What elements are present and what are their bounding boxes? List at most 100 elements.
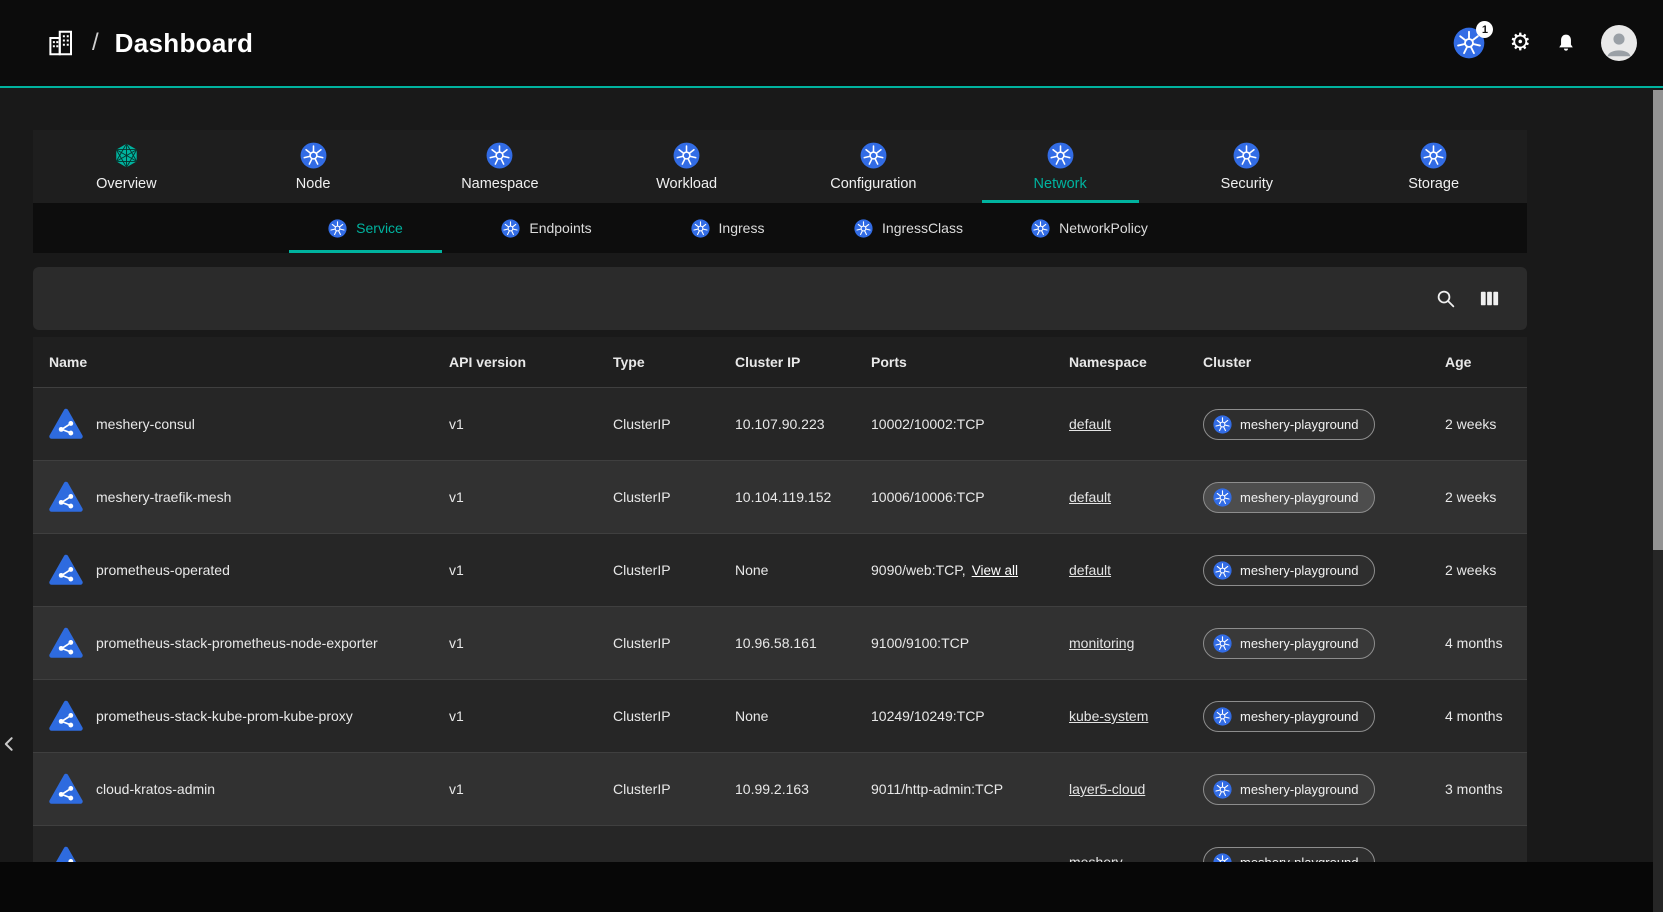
service-icon [49,772,83,806]
network-subtabs: Service Endpoints Ingress IngressClass N… [33,203,1527,253]
service-icon [49,553,83,587]
resource-category-tabs: Overview Node Namespace Workload Configu… [33,130,1527,203]
table-row[interactable]: prometheus-stack-kube-prom-kube-proxy v1… [33,679,1527,752]
column-header-age[interactable]: Age [1429,354,1527,370]
table-header: Name API version Type Cluster IP Ports N… [33,337,1527,387]
cluster-ip: None [719,708,855,724]
column-header-api-version[interactable]: API version [433,354,597,370]
kubernetes-icon [1031,219,1050,238]
kubernetes-icon [486,142,513,169]
service-name: prometheus-operated [96,562,230,578]
api-version: v1 [433,635,597,651]
service-name: cloud-kratos-admin [96,781,215,797]
kubernetes-icon [1213,780,1232,799]
search-icon[interactable] [1435,288,1456,309]
service-type: ClusterIP [597,416,719,432]
service-name: meshery-traefik-mesh [96,489,231,505]
table-row[interactable]: meshery meshery-playground [33,825,1527,862]
context-count-badge: 1 [1476,21,1493,38]
cluster-chip[interactable]: meshery-playground [1203,409,1375,440]
table-row[interactable]: meshery-consul v1 ClusterIP 10.107.90.22… [33,387,1527,460]
notifications-bell-icon[interactable] [1555,32,1577,54]
subtab-networkpolicy[interactable]: NetworkPolicy [999,203,1180,253]
api-version: v1 [433,781,597,797]
namespace-link[interactable]: monitoring [1069,635,1134,651]
cluster-chip[interactable]: meshery-playground [1203,774,1375,805]
cluster-chip[interactable]: meshery-playground [1203,701,1375,732]
table-row[interactable]: prometheus-operated v1 ClusterIP None 90… [33,533,1527,606]
subtab-endpoints[interactable]: Endpoints [456,203,637,253]
tab-workload[interactable]: Workload [593,130,780,203]
api-version: v1 [433,416,597,432]
kubernetes-icon [300,142,327,169]
top-bar-actions: 1 ⚙ [1453,25,1637,61]
age: 2 weeks [1429,416,1527,432]
tab-configuration[interactable]: Configuration [780,130,967,203]
ports: 10002/10002:TCP [871,416,985,432]
cluster-chip-label: meshery-playground [1240,636,1359,651]
subtab-label: Service [356,220,403,236]
namespace-link[interactable]: kube-system [1069,708,1148,724]
cluster-ip: 10.107.90.223 [719,416,855,432]
table-row[interactable]: cloud-kratos-admin v1 ClusterIP 10.99.2.… [33,752,1527,825]
column-header-cluster[interactable]: Cluster [1187,354,1429,370]
table-row[interactable]: prometheus-stack-prometheus-node-exporte… [33,606,1527,679]
service-icon [49,699,83,733]
age: 4 months [1429,708,1527,724]
tab-node[interactable]: Node [220,130,407,203]
view-columns-icon[interactable] [1478,287,1501,310]
kubernetes-icon [1213,415,1232,434]
namespace-link[interactable]: default [1069,416,1111,432]
scrollbar-thumb[interactable] [1653,90,1663,550]
namespace-link[interactable]: default [1069,489,1111,505]
view-all-link[interactable]: View all [972,563,1018,578]
cluster-chip-label: meshery-playground [1240,782,1359,797]
scrollbar[interactable] [1653,90,1663,912]
subtab-ingressclass[interactable]: IngressClass [818,203,999,253]
sidebar-collapse-button[interactable] [0,728,22,760]
subtab-ingress[interactable]: Ingress [637,203,818,253]
ports: 10006/10006:TCP [871,489,985,505]
subtab-label: Endpoints [529,220,591,236]
service-type: ClusterIP [597,781,719,797]
tab-security[interactable]: Security [1154,130,1341,203]
cluster-chip[interactable]: meshery-playground [1203,555,1375,586]
cluster-chip[interactable]: meshery-playground [1203,847,1375,863]
table-row[interactable]: meshery-traefik-mesh v1 ClusterIP 10.104… [33,460,1527,533]
service-name: prometheus-stack-kube-prom-kube-proxy [96,708,353,724]
column-header-ports[interactable]: Ports [855,354,1053,370]
column-header-cluster-ip[interactable]: Cluster IP [719,354,855,370]
settings-gear-icon[interactable]: ⚙ [1509,31,1531,55]
kubernetes-icon [673,142,700,169]
namespace-link[interactable]: default [1069,562,1111,578]
main-content: Overview Node Namespace Workload Configu… [33,130,1527,912]
tab-storage[interactable]: Storage [1340,130,1527,203]
namespace-link[interactable]: layer5-cloud [1069,781,1145,797]
kubernetes-context-button[interactable]: 1 [1453,27,1485,59]
cluster-chip[interactable]: meshery-playground [1203,482,1375,513]
service-icon [49,407,83,441]
cluster-chip-label: meshery-playground [1240,563,1359,578]
cluster-chip[interactable]: meshery-playground [1203,628,1375,659]
tab-namespace[interactable]: Namespace [407,130,594,203]
kubernetes-icon [1213,488,1232,507]
tab-network[interactable]: Network [967,130,1154,203]
kubernetes-icon [1420,142,1447,169]
cluster-ip: 10.99.2.163 [719,781,855,797]
kubernetes-icon [1233,142,1260,169]
namespace-link[interactable]: meshery [1069,854,1123,862]
column-header-name[interactable]: Name [33,354,433,370]
cluster-chip-label: meshery-playground [1240,855,1359,863]
chevron-left-icon [0,733,20,755]
api-version: v1 [433,489,597,505]
column-header-namespace[interactable]: Namespace [1053,354,1187,370]
page-title: Dashboard [115,28,254,59]
service-icon [49,845,83,862]
column-header-type[interactable]: Type [597,354,719,370]
kubernetes-icon [860,142,887,169]
service-icon [49,480,83,514]
tab-overview[interactable]: Overview [33,130,220,203]
organization-logo-icon[interactable] [46,28,76,58]
user-avatar[interactable] [1601,25,1637,61]
subtab-service[interactable]: Service [275,203,456,253]
